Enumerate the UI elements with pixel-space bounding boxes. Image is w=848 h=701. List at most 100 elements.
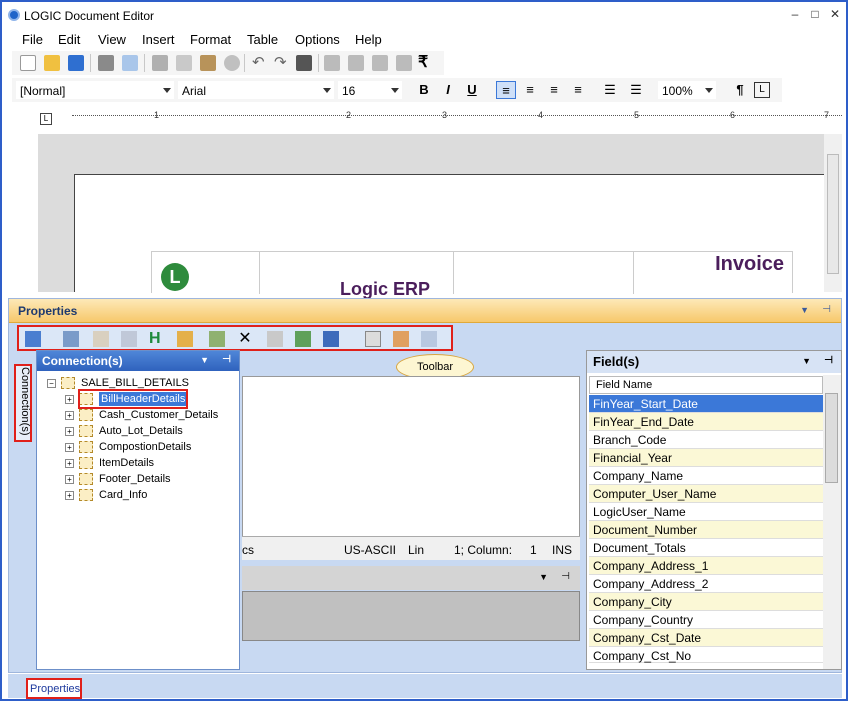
layout-icon[interactable]: [421, 331, 437, 347]
field-row[interactable]: Company_City: [589, 593, 823, 611]
open-icon[interactable]: [44, 55, 60, 71]
field-row[interactable]: Company_Name: [589, 467, 823, 485]
insert-row-icon[interactable]: [372, 55, 388, 71]
menu-help[interactable]: Help: [355, 32, 382, 47]
underline-button[interactable]: U: [462, 81, 482, 99]
maximize-button[interactable]: □: [808, 7, 822, 21]
expand-icon[interactable]: +: [65, 459, 74, 468]
zoom-select[interactable]: 100%: [658, 81, 716, 99]
field-row[interactable]: Company_Address_1: [589, 557, 823, 575]
book-icon[interactable]: [323, 331, 339, 347]
insert-col-left-icon[interactable]: [324, 55, 340, 71]
numbering-button[interactable]: ☰: [626, 81, 646, 99]
tree-item[interactable]: Cash_Customer_Details: [99, 409, 218, 421]
bullets-button[interactable]: ☰: [600, 81, 620, 99]
expand-icon[interactable]: +: [65, 427, 74, 436]
chevron-down-icon[interactable]: ▼: [200, 355, 209, 365]
menu-options[interactable]: Options: [295, 32, 340, 47]
italic-button[interactable]: I: [438, 81, 458, 99]
column-header-field-name[interactable]: Field Name: [589, 376, 823, 394]
field-row[interactable]: Document_Totals: [589, 539, 823, 557]
scroll-thumb[interactable]: [825, 393, 838, 483]
document-canvas[interactable]: L Invoice Logic ERP: [38, 134, 824, 299]
expand-icon[interactable]: +: [65, 491, 74, 500]
print-icon[interactable]: [98, 55, 114, 71]
connections-side-tab[interactable]: Connection(s): [14, 364, 32, 442]
menu-edit[interactable]: Edit: [58, 32, 80, 47]
copy-icon[interactable]: [176, 55, 192, 71]
page-icon[interactable]: [365, 331, 381, 347]
pin-icon[interactable]: ⊣: [824, 355, 833, 366]
menu-insert[interactable]: Insert: [142, 32, 175, 47]
rupee-icon[interactable]: ₹: [418, 55, 434, 71]
expand-icon[interactable]: +: [65, 411, 74, 420]
header-icon[interactable]: H: [149, 331, 165, 347]
bold-button[interactable]: B: [414, 81, 434, 99]
properties-dropdown-icon[interactable]: [25, 331, 41, 347]
save-icon[interactable]: [68, 55, 84, 71]
field-row[interactable]: Computer_User_Name: [589, 485, 823, 503]
tree-item[interactable]: Footer_Details: [99, 473, 171, 485]
table-icon[interactable]: [393, 331, 409, 347]
justify-button[interactable]: ≡: [568, 81, 588, 99]
field-row[interactable]: Company_Cst_No: [589, 647, 823, 663]
collapse-icon[interactable]: −: [47, 379, 56, 388]
tree-item[interactable]: Card_Info: [99, 489, 147, 501]
export-icon[interactable]: [209, 331, 225, 347]
close-x-icon[interactable]: ✕: [237, 331, 253, 347]
insert-col-right-icon[interactable]: [348, 55, 364, 71]
font-size-select[interactable]: 16: [338, 81, 402, 99]
properties-bottom-tab[interactable]: Properties: [26, 678, 82, 699]
style-select[interactable]: [Normal]: [16, 81, 174, 99]
insert-row-below-icon[interactable]: [396, 55, 412, 71]
paragraph-mark-button[interactable]: ¶: [730, 81, 750, 99]
paste-icon[interactable]: [200, 55, 216, 71]
tab-stop-selector[interactable]: L: [40, 113, 52, 125]
tree-item[interactable]: CompostionDetails: [99, 441, 191, 453]
scroll-thumb[interactable]: [827, 154, 839, 274]
field-row[interactable]: FinYear_End_Date: [589, 413, 823, 431]
field-row[interactable]: Company_Cst_Date: [589, 629, 823, 647]
align-center-button[interactable]: ≡: [520, 81, 540, 99]
field-row[interactable]: Branch_Code: [589, 431, 823, 449]
add-field-icon[interactable]: [177, 331, 193, 347]
new-icon[interactable]: [20, 55, 36, 71]
edit-icon[interactable]: [121, 331, 137, 347]
expand-icon[interactable]: +: [65, 395, 74, 404]
pin-icon[interactable]: ⊣: [822, 304, 831, 315]
menu-format[interactable]: Format: [190, 32, 231, 47]
pin-icon[interactable]: ⊣: [561, 571, 570, 582]
close-button[interactable]: ✕: [828, 7, 842, 21]
grid-icon[interactable]: [295, 331, 311, 347]
menu-table[interactable]: Table: [247, 32, 278, 47]
document-scrollbar[interactable]: [824, 134, 842, 292]
field-row[interactable]: Document_Number: [589, 521, 823, 539]
find-icon[interactable]: [296, 55, 312, 71]
delete-icon[interactable]: [224, 55, 240, 71]
tree-item[interactable]: Auto_Lot_Details: [99, 425, 183, 437]
cut-icon[interactable]: [152, 55, 168, 71]
connection-icon[interactable]: [63, 331, 79, 347]
undo-icon[interactable]: ↶: [252, 55, 268, 71]
menu-view[interactable]: View: [98, 32, 126, 47]
align-right-button[interactable]: ≡: [544, 81, 564, 99]
page-layout-button[interactable]: L: [754, 82, 770, 98]
field-row-selected[interactable]: FinYear_Start_Date: [589, 395, 823, 413]
expand-icon[interactable]: +: [65, 475, 74, 484]
tree-root[interactable]: SALE_BILL_DETAILS: [81, 377, 189, 389]
minimize-button[interactable]: –: [788, 7, 802, 21]
align-left-button[interactable]: ≡: [496, 81, 516, 99]
pin-icon[interactable]: ⊣: [222, 354, 231, 365]
tree-item[interactable]: ItemDetails: [99, 457, 154, 469]
field-row[interactable]: Company_Address_2: [589, 575, 823, 593]
fields-scrollbar[interactable]: [823, 375, 841, 669]
remove-icon[interactable]: [267, 331, 283, 347]
redo-icon[interactable]: ↷: [274, 55, 290, 71]
chevron-down-icon[interactable]: ▼: [539, 572, 548, 582]
document-page[interactable]: L Invoice Logic ERP: [74, 174, 824, 299]
field-row[interactable]: Financial_Year: [589, 449, 823, 467]
delete-connection-icon[interactable]: [93, 331, 109, 347]
expand-icon[interactable]: +: [65, 443, 74, 452]
chevron-down-icon[interactable]: ▼: [802, 356, 811, 366]
font-select[interactable]: Arial: [178, 81, 334, 99]
